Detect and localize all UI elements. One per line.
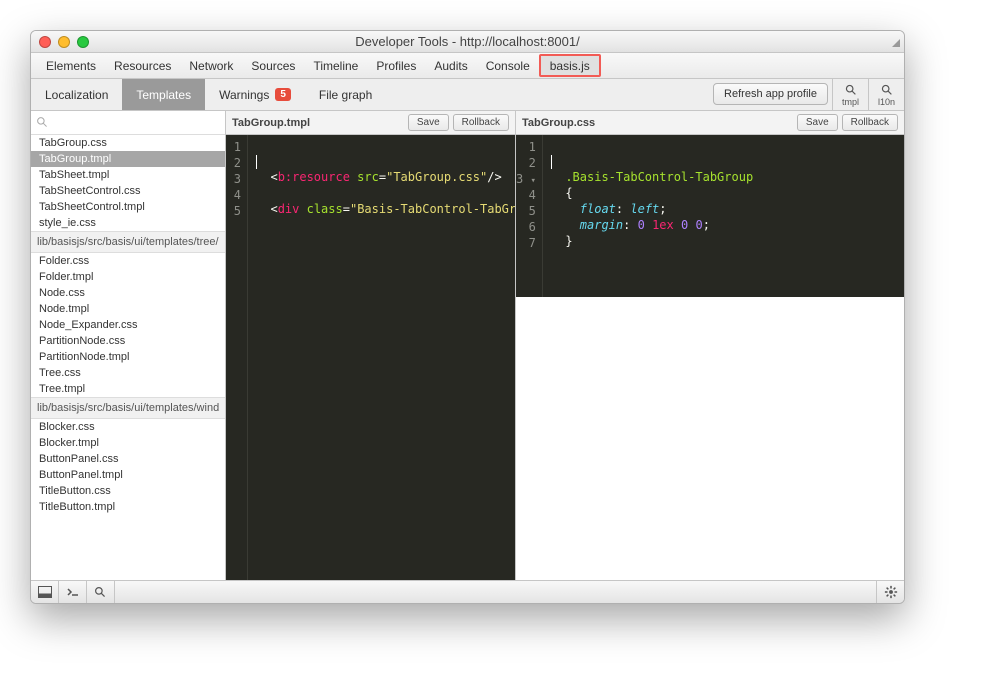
save-button[interactable]: Save [797, 114, 838, 131]
search-icon [844, 83, 857, 96]
search-icon [880, 83, 893, 96]
tmpl-label: tmpl [842, 97, 859, 107]
gear-icon [884, 585, 898, 599]
editor-header: TabGroup.tmpl Save Rollback [226, 111, 515, 135]
dock-icon [38, 586, 52, 598]
resize-corner-icon[interactable] [890, 37, 900, 47]
editor-title: TabGroup.css [522, 117, 793, 129]
console-icon [66, 586, 80, 598]
devtools-window: Developer Tools - http://localhost:8001/… [30, 30, 905, 604]
rollback-button[interactable]: Rollback [842, 114, 898, 131]
refresh-app-profile-button[interactable]: Refresh app profile [713, 83, 828, 105]
subtab-warnings[interactable]: Warnings 5 [205, 79, 305, 110]
file-item[interactable]: Tree.css [31, 365, 225, 381]
file-item[interactable]: Folder.tmpl [31, 269, 225, 285]
file-group-header[interactable]: lib/basisjs/src/basis/ui/templates/tree/ [31, 231, 225, 253]
file-item[interactable]: TitleButton.css [31, 483, 225, 499]
file-item[interactable]: PartitionNode.css [31, 333, 225, 349]
file-list[interactable]: TabGroup.css TabGroup.tmpl TabSheet.tmpl… [31, 135, 225, 580]
file-item[interactable]: TabSheet.tmpl [31, 167, 225, 183]
editor-header: TabGroup.css Save Rollback [516, 111, 904, 135]
subtab-templates[interactable]: Templates [122, 79, 205, 110]
close-window-button[interactable] [39, 36, 51, 48]
file-item[interactable]: TitleButton.tmpl [31, 499, 225, 515]
traffic-lights [39, 36, 89, 48]
tab-elements[interactable]: Elements [37, 53, 105, 78]
statusbar [31, 581, 904, 603]
tab-basisjs[interactable]: basis.js [539, 54, 601, 77]
file-item[interactable]: TabSheetControl.tmpl [31, 199, 225, 215]
panel-subtabs: Localization Templates Warnings 5 File g… [31, 79, 386, 110]
file-item[interactable]: Blocker.css [31, 419, 225, 435]
tab-timeline[interactable]: Timeline [304, 53, 367, 78]
code-body[interactable]: <b:resource src="TabGroup.css"/> <div cl… [248, 135, 515, 580]
panel-toolbar: Localization Templates Warnings 5 File g… [31, 79, 904, 111]
tab-audits[interactable]: Audits [425, 53, 476, 78]
subtab-warnings-label: Warnings [219, 88, 269, 102]
settings-button[interactable] [876, 581, 904, 603]
gutter: 12345 [226, 135, 248, 580]
tab-resources[interactable]: Resources [105, 53, 180, 78]
search-button[interactable] [87, 581, 115, 603]
zoom-window-button[interactable] [77, 36, 89, 48]
file-sidebar: TabGroup.css TabGroup.tmpl TabSheet.tmpl… [31, 111, 226, 580]
file-item[interactable]: Node.css [31, 285, 225, 301]
save-button[interactable]: Save [408, 114, 449, 131]
titlebar: Developer Tools - http://localhost:8001/ [31, 31, 904, 53]
file-item[interactable]: TabSheetControl.css [31, 183, 225, 199]
file-item[interactable]: style_ie.css [31, 215, 225, 231]
tmpl-search-button[interactable]: tmpl [832, 79, 868, 110]
devtools-tabbar: Elements Resources Network Sources Timel… [31, 53, 904, 79]
file-item[interactable]: PartitionNode.tmpl [31, 349, 225, 365]
file-item[interactable]: Tree.tmpl [31, 381, 225, 397]
file-item[interactable]: Node.tmpl [31, 301, 225, 317]
file-item[interactable]: ButtonPanel.tmpl [31, 467, 225, 483]
tab-network[interactable]: Network [180, 53, 242, 78]
main-area: TabGroup.css TabGroup.tmpl TabSheet.tmpl… [31, 111, 904, 581]
file-item[interactable]: TabGroup.css [31, 135, 225, 151]
tab-sources[interactable]: Sources [242, 53, 304, 78]
l10n-search-button[interactable]: l10n [868, 79, 904, 110]
file-item[interactable]: Folder.css [31, 253, 225, 269]
code-body[interactable]: .Basis-TabControl-TabGroup { float: left… [543, 135, 904, 297]
file-item[interactable]: Node_Expander.css [31, 317, 225, 333]
subtab-localization[interactable]: Localization [31, 79, 122, 110]
search-icon [94, 586, 107, 599]
minimize-window-button[interactable] [58, 36, 70, 48]
dock-button[interactable] [31, 581, 59, 603]
code-editor[interactable]: 12345 <b:resource src="TabGroup.css"/> <… [226, 135, 515, 580]
fold-icon[interactable]: ▾ [530, 176, 535, 186]
editor-css: TabGroup.css Save Rollback 123 ▾4567 .Ba… [516, 111, 904, 580]
gutter: 123 ▾4567 [516, 135, 543, 297]
code-editor[interactable]: 123 ▾4567 .Basis-TabControl-TabGroup { f… [516, 135, 904, 580]
subtab-filegraph[interactable]: File graph [305, 79, 386, 110]
rollback-button[interactable]: Rollback [453, 114, 509, 131]
file-search-input[interactable] [36, 113, 209, 133]
tab-profiles[interactable]: Profiles [367, 53, 425, 78]
window-title: Developer Tools - http://localhost:8001/ [31, 34, 904, 49]
file-search-bar [31, 111, 225, 135]
file-item[interactable]: ButtonPanel.css [31, 451, 225, 467]
console-toggle-button[interactable] [59, 581, 87, 603]
editor-title: TabGroup.tmpl [232, 117, 404, 129]
l10n-label: l10n [878, 97, 895, 107]
warnings-count-badge: 5 [275, 88, 291, 101]
file-item[interactable]: Blocker.tmpl [31, 435, 225, 451]
tab-console[interactable]: Console [477, 53, 539, 78]
file-item[interactable]: TabGroup.tmpl [31, 151, 225, 167]
file-group-header[interactable]: lib/basisjs/src/basis/ui/templates/wind [31, 397, 225, 419]
editor-tmpl: TabGroup.tmpl Save Rollback 12345 <b:res… [226, 111, 516, 580]
